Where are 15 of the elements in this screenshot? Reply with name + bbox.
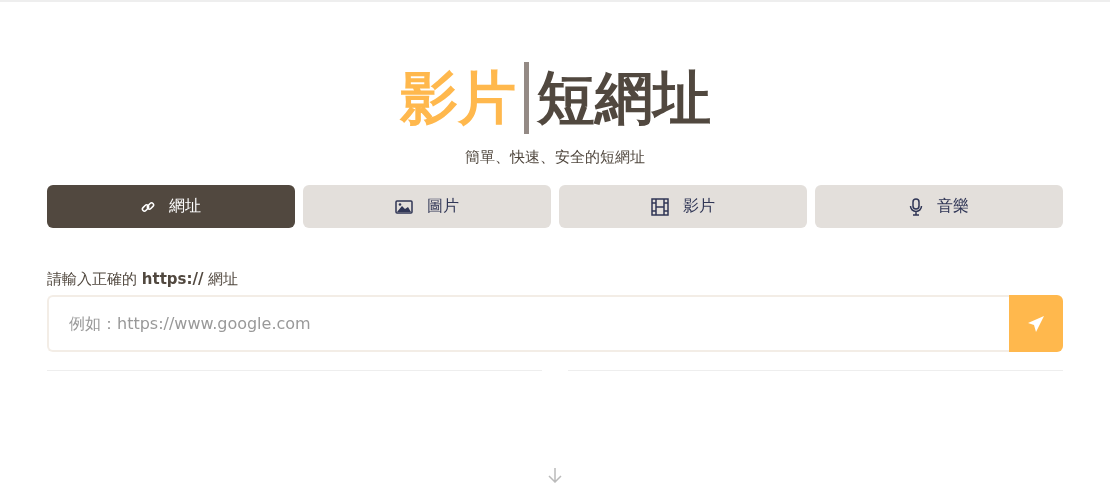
tagline: 簡單、快速、安全的短網址 [465, 148, 645, 167]
tab[interactable]: 音樂 [815, 185, 1063, 228]
down-arrow-icon [548, 467, 562, 483]
tab[interactable]: 圖片 [303, 185, 551, 228]
url-input-field[interactable]: 例如：https://www.google.com [47, 295, 1009, 352]
tab[interactable]: 網址 [47, 185, 295, 228]
image-icon [395, 199, 413, 214]
logo: 影片 短網址 [399, 62, 711, 134]
send-icon [1027, 314, 1045, 333]
microphone-icon [909, 197, 923, 216]
film-icon [651, 197, 669, 216]
field-label: 請輸入正確的 https:// 網址 [47, 270, 240, 289]
tab[interactable]: 影片 [559, 185, 807, 228]
send-button[interactable] [1009, 295, 1063, 352]
link-icon [141, 199, 155, 214]
